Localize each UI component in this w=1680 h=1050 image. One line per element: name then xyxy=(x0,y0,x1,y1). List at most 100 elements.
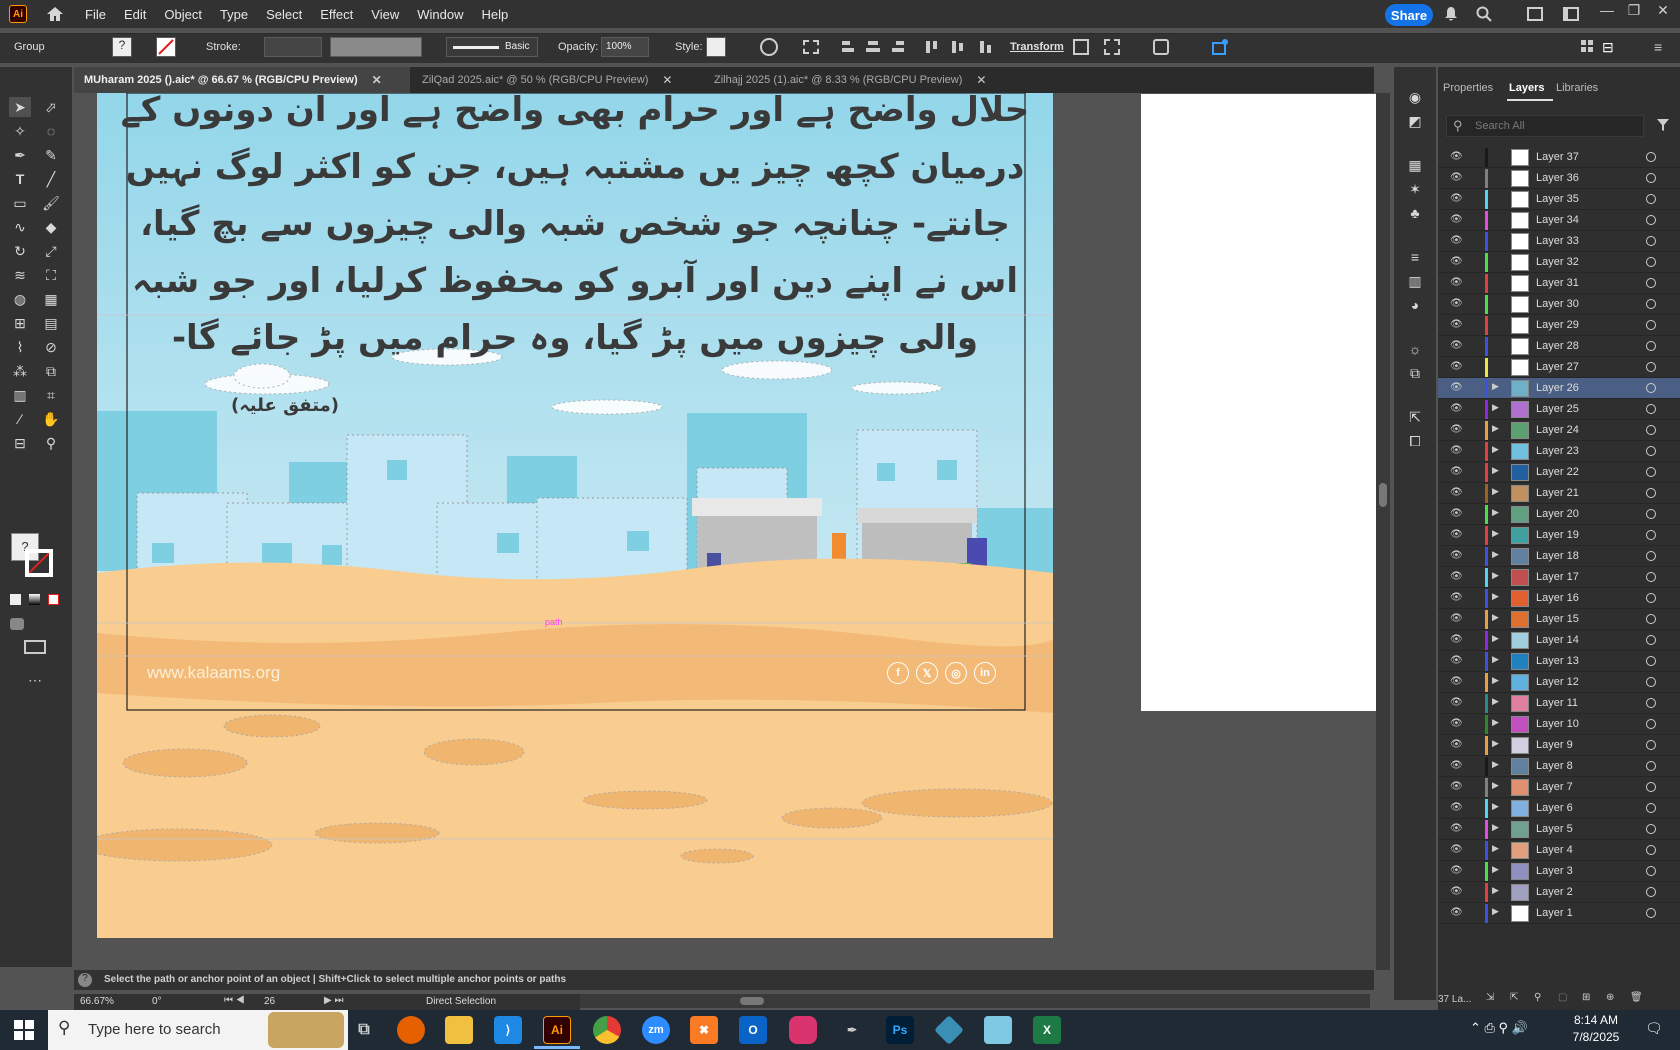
expand-arrow-icon[interactable]: ▶ xyxy=(1492,570,1499,581)
visibility-eye-icon[interactable]: 👁 xyxy=(1450,844,1464,856)
more-tools-icon[interactable]: ⋯ xyxy=(28,672,42,689)
expand-arrow-icon[interactable]: ▶ xyxy=(1492,381,1499,392)
layer-row[interactable]: 👁 ▶ Layer 22 xyxy=(1438,462,1680,483)
menu-help[interactable]: Help xyxy=(479,7,510,22)
home-icon[interactable] xyxy=(45,4,65,24)
variable-width-profile[interactable] xyxy=(330,37,422,57)
eyedropper-icon[interactable]: ⌇ xyxy=(9,337,31,357)
visibility-eye-icon[interactable]: 👁 xyxy=(1450,298,1464,310)
target-circle-icon[interactable] xyxy=(1646,761,1656,771)
target-circle-icon[interactable] xyxy=(1646,782,1656,792)
layer-name[interactable]: Layer 21 xyxy=(1536,487,1579,499)
layer-row[interactable]: 👁 ▶ Layer 1 xyxy=(1438,903,1680,924)
warp-icon[interactable]: ≋ xyxy=(9,265,31,285)
panel-arrange-icon[interactable] xyxy=(1580,39,1594,53)
expand-arrow-icon[interactable]: ▶ xyxy=(1492,885,1499,896)
layer-row[interactable]: 👁 ▶ Layer 6 xyxy=(1438,798,1680,819)
visibility-eye-icon[interactable]: 👁 xyxy=(1450,550,1464,562)
graphic-styles-icon[interactable]: ⧉ xyxy=(1404,363,1426,383)
help-icon[interactable]: ? xyxy=(78,973,92,987)
visibility-eye-icon[interactable]: 👁 xyxy=(1450,382,1464,394)
tab-muharam[interactable]: MUharam 2025 ().aic* @ 66.67 % (RGB/CPU … xyxy=(74,67,410,93)
slice-icon[interactable]: ⧉ xyxy=(40,361,62,381)
windows-start-icon[interactable] xyxy=(14,1020,34,1040)
distribute-icons[interactable] xyxy=(924,39,1004,55)
brush-definition[interactable]: Basic xyxy=(446,37,538,57)
fill-swatch[interactable]: ? xyxy=(112,37,132,57)
visibility-eye-icon[interactable]: 👁 xyxy=(1450,655,1464,667)
scale-icon[interactable]: ⤢ xyxy=(40,241,62,261)
layer-name[interactable]: Layer 32 xyxy=(1536,256,1579,268)
target-circle-icon[interactable] xyxy=(1646,887,1656,897)
visibility-eye-icon[interactable]: 👁 xyxy=(1450,508,1464,520)
visibility-eye-icon[interactable]: 👁 xyxy=(1450,172,1464,184)
gradient-panel-icon[interactable]: ▥ xyxy=(1404,271,1426,291)
layer-row[interactable]: 👁 ▶ Layer 7 xyxy=(1438,777,1680,798)
task-view-icon[interactable]: ⧉ xyxy=(350,1016,378,1044)
none-mode-icon[interactable] xyxy=(48,594,59,605)
layer-row[interactable]: 👁 Layer 28 xyxy=(1438,336,1680,357)
vscode-icon[interactable]: ⟩ xyxy=(494,1016,522,1044)
artboard-number[interactable]: 26 xyxy=(264,996,275,1007)
layer-name[interactable]: Layer 6 xyxy=(1536,802,1573,814)
graphic-style-swatch[interactable] xyxy=(706,37,726,57)
target-circle-icon[interactable] xyxy=(1646,215,1656,225)
hand-icon[interactable]: ✋ xyxy=(40,409,62,429)
layer-name[interactable]: Layer 10 xyxy=(1536,718,1579,730)
layer-row[interactable]: 👁 Layer 31 xyxy=(1438,273,1680,294)
transparency-icon[interactable]: ◕ xyxy=(1404,295,1426,315)
layer-name[interactable]: Layer 20 xyxy=(1536,508,1579,520)
target-circle-icon[interactable] xyxy=(1646,719,1656,729)
opacity-field[interactable]: 100% xyxy=(601,37,649,57)
close-icon[interactable]: ✕ xyxy=(1649,2,1677,22)
photoshop-icon[interactable]: Ps xyxy=(886,1016,914,1044)
menu-object[interactable]: Object xyxy=(162,7,204,22)
layer-name[interactable]: Layer 2 xyxy=(1536,886,1573,898)
layer-name[interactable]: Layer 31 xyxy=(1536,277,1579,289)
expand-arrow-icon[interactable]: ▶ xyxy=(1492,780,1499,791)
xampp-icon[interactable]: ✖ xyxy=(690,1016,718,1044)
expand-arrow-icon[interactable]: ▶ xyxy=(1492,612,1499,623)
bell-icon[interactable] xyxy=(1443,6,1459,22)
color-mode-icon[interactable] xyxy=(10,594,21,605)
target-circle-icon[interactable] xyxy=(1646,488,1656,498)
artboards-panel-icon[interactable]: ⧠ xyxy=(1404,431,1426,451)
stroke-panel-icon[interactable]: ≡ xyxy=(1404,247,1426,267)
expand-arrow-icon[interactable]: ▶ xyxy=(1492,591,1499,602)
visibility-eye-icon[interactable]: 👁 xyxy=(1450,823,1464,835)
layer-row[interactable]: 👁 Layer 29 xyxy=(1438,315,1680,336)
stroke-weight-field[interactable] xyxy=(264,37,322,57)
target-circle-icon[interactable] xyxy=(1646,803,1656,813)
current-tool[interactable]: Direct Selection xyxy=(426,996,496,1007)
layer-name[interactable]: Layer 37 xyxy=(1536,151,1579,163)
layer-row[interactable]: 👁 ▶ Layer 5 xyxy=(1438,819,1680,840)
visibility-eye-icon[interactable]: 👁 xyxy=(1450,424,1464,436)
draw-mode-icon[interactable] xyxy=(10,618,24,630)
new-layer-icon[interactable]: ⊕ xyxy=(1606,992,1614,1003)
target-circle-icon[interactable] xyxy=(1646,404,1656,414)
target-circle-icon[interactable] xyxy=(1646,614,1656,624)
layer-row[interactable]: 👁 ▶ Layer 24 xyxy=(1438,420,1680,441)
rotation-value[interactable]: 0° xyxy=(152,996,162,1007)
restore-icon[interactable]: ❐ xyxy=(1620,2,1648,22)
expand-arrow-icon[interactable]: ▶ xyxy=(1492,549,1499,560)
expand-arrow-icon[interactable]: ▶ xyxy=(1492,675,1499,686)
clock[interactable]: 8:14 AM 7/8/2025 xyxy=(1560,1012,1632,1046)
direct-selection-tool-icon[interactable]: ⬀ xyxy=(40,97,62,117)
target-circle-icon[interactable] xyxy=(1646,425,1656,435)
target-circle-icon[interactable] xyxy=(1646,551,1656,561)
layer-name[interactable]: Layer 15 xyxy=(1536,613,1579,625)
target-circle-icon[interactable] xyxy=(1646,383,1656,393)
target-circle-icon[interactable] xyxy=(1646,866,1656,876)
expand-arrow-icon[interactable]: ▶ xyxy=(1492,801,1499,812)
visibility-eye-icon[interactable]: 👁 xyxy=(1450,613,1464,625)
transform-link[interactable]: Transform xyxy=(1010,41,1064,53)
screen-mode-icon[interactable] xyxy=(24,640,46,654)
close-tab-icon[interactable]: ✕ xyxy=(662,73,672,87)
stroke-color-icon[interactable] xyxy=(25,549,53,577)
clipping-mask-icon[interactable]: ▢ xyxy=(1558,992,1567,1003)
expand-arrow-icon[interactable]: ▶ xyxy=(1492,822,1499,833)
envelope-icon[interactable] xyxy=(1211,38,1229,56)
swatches-icon[interactable]: ▦ xyxy=(1404,155,1426,175)
visibility-eye-icon[interactable]: 👁 xyxy=(1450,235,1464,247)
